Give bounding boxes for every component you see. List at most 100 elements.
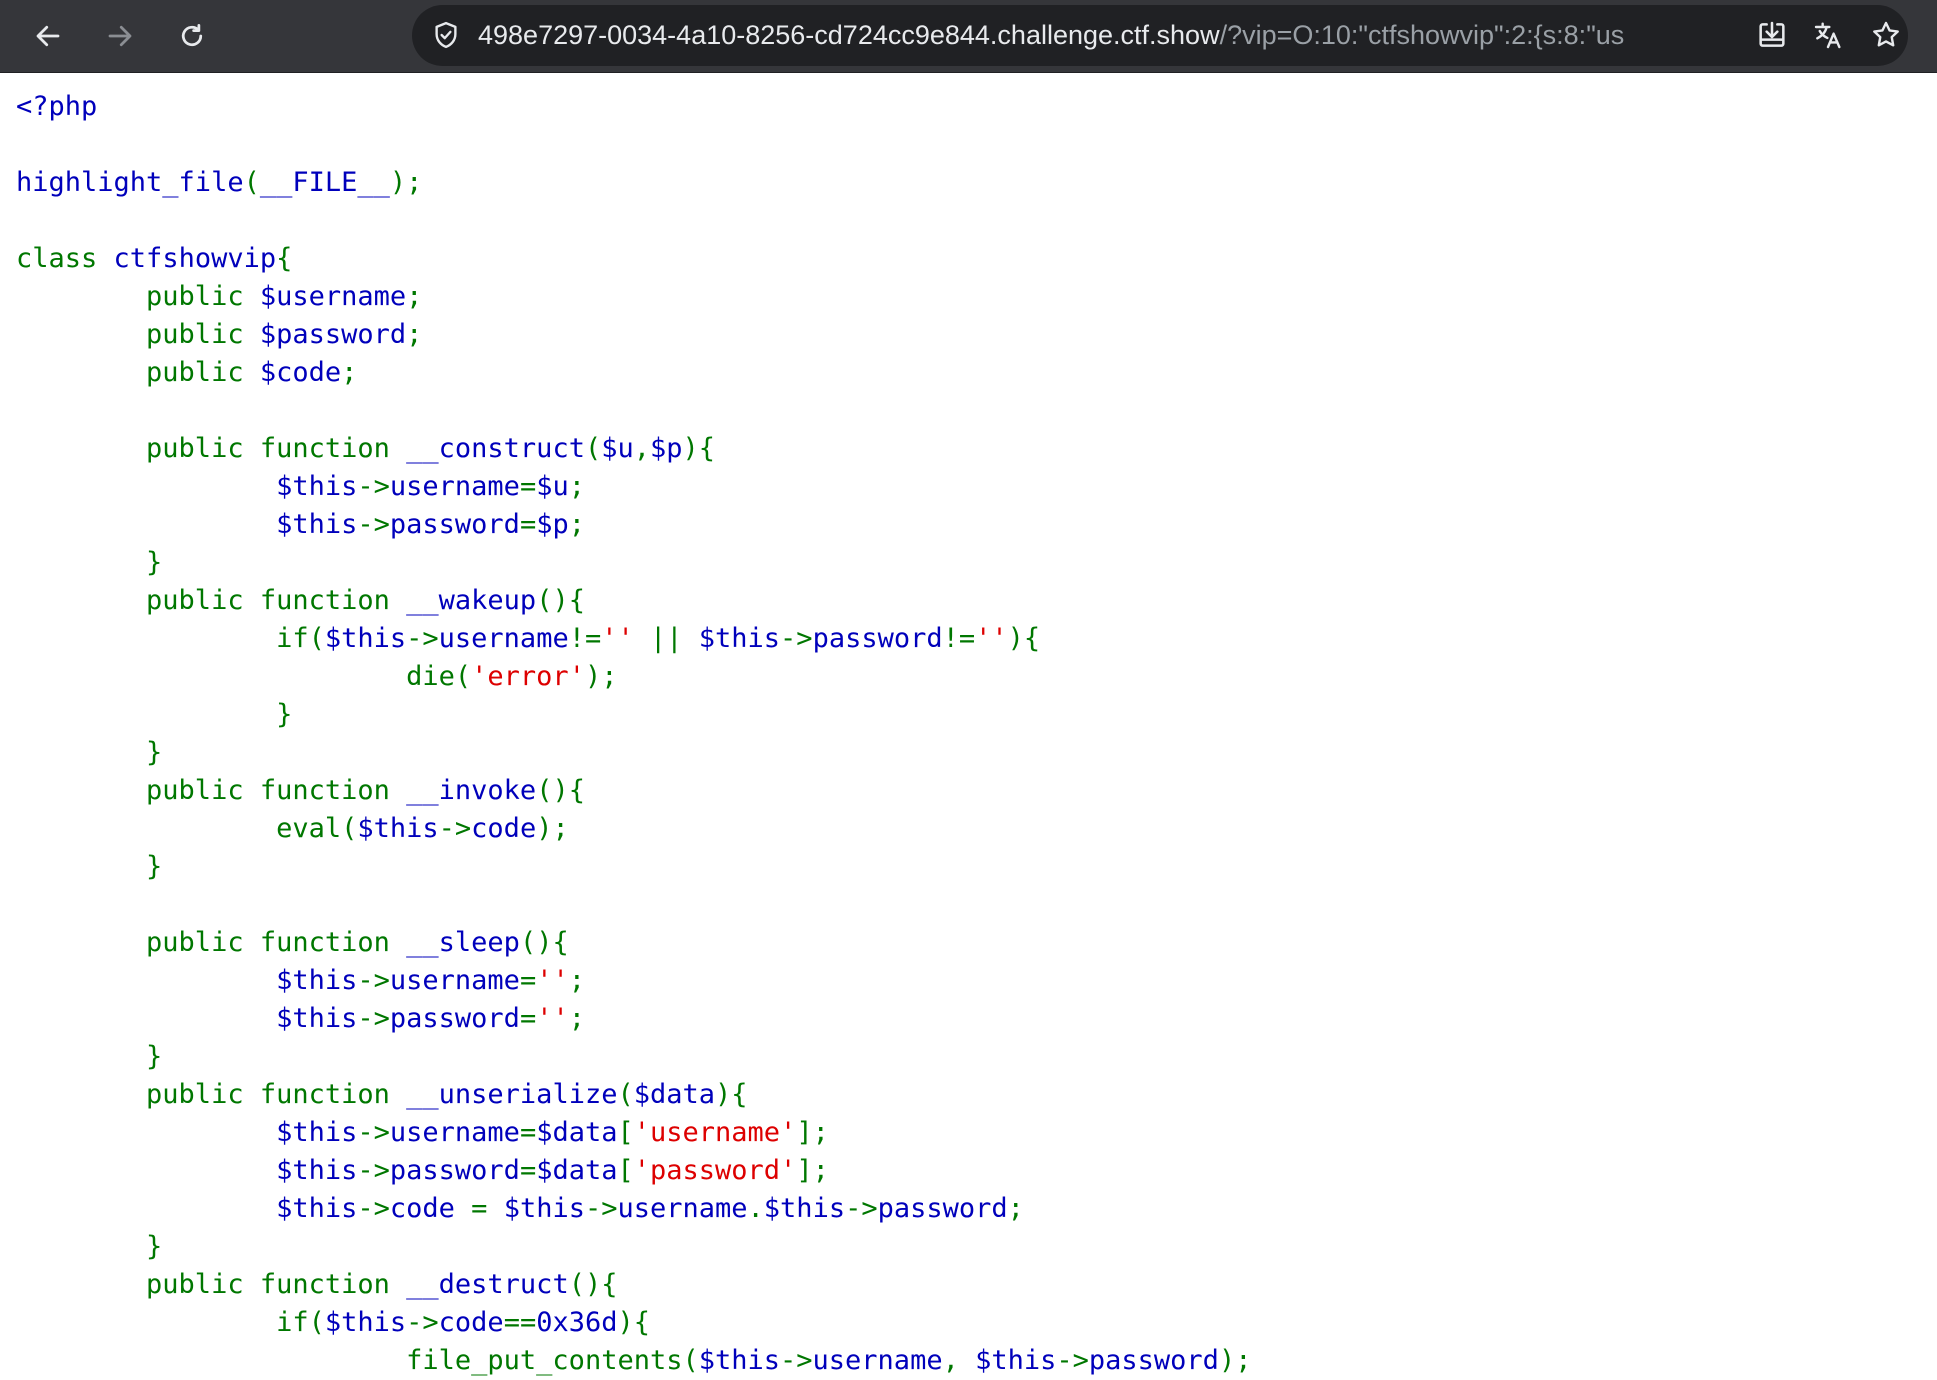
code-token: public function: [16, 775, 407, 806]
code-token: ;: [568, 509, 585, 540]
code-token: );: [389, 167, 423, 198]
code-token: ];: [796, 1117, 829, 1148]
back-arrow-icon: [36, 25, 60, 47]
code-token: !=: [568, 623, 602, 654]
code-token: if(: [16, 623, 325, 654]
code-token: [: [617, 1117, 634, 1148]
code-token: $this: [763, 1193, 846, 1224]
code-token: =: [519, 965, 537, 996]
php-source-code: <?php highlight_file(__FILE__); class ctfs…: [16, 88, 1937, 1380]
code-token: );: [584, 661, 618, 692]
code-token: {: [276, 243, 293, 274]
code-token: ->: [357, 1117, 390, 1148]
install-app-button[interactable]: [1750, 13, 1794, 57]
code-line: highlight_file(__FILE__);: [16, 164, 1937, 202]
code-token: =: [519, 1117, 537, 1148]
code-token: username: [617, 1193, 748, 1224]
code-token: highlight_file: [16, 167, 244, 198]
code-token: ){: [1007, 623, 1041, 654]
code-token: ){: [715, 1079, 748, 1110]
code-token: if(: [16, 1307, 325, 1338]
code-token: 'username': [633, 1117, 797, 1148]
code-token: 'password': [633, 1155, 797, 1186]
code-token: '': [536, 1003, 569, 1034]
code-token: username: [389, 1117, 520, 1148]
translate-button[interactable]: [1806, 13, 1850, 57]
code-token: '': [536, 965, 569, 996]
code-token: username: [812, 1345, 943, 1376]
code-line: public function __wakeup(){: [16, 582, 1937, 620]
code-token: $this: [357, 813, 439, 844]
code-line: $this->username=$data['username'];: [16, 1114, 1937, 1152]
code-token: __construct: [406, 433, 585, 464]
url-domain: 498e7297-0034-4a10-8256-cd724cc9e844.cha…: [478, 20, 1220, 50]
code-line: public function __invoke(){: [16, 772, 1937, 810]
code-token: }: [16, 1041, 163, 1072]
url-text[interactable]: 498e7297-0034-4a10-8256-cd724cc9e844.cha…: [478, 5, 1743, 66]
forward-button[interactable]: [96, 12, 144, 60]
url-path: /?vip=O:10:"ctfshowvip":2:{s:8:"us: [1219, 20, 1625, 50]
code-line: die('error');: [16, 658, 1937, 696]
code-token: ->: [357, 965, 390, 996]
address-bar[interactable]: 498e7297-0034-4a10-8256-cd724cc9e844.cha…: [412, 5, 1908, 66]
code-token: (){: [536, 775, 585, 806]
site-info-button[interactable]: [424, 13, 468, 57]
code-token: $u: [536, 471, 569, 502]
code-line: class ctfshowvip{: [16, 240, 1937, 278]
code-token: ->: [357, 1193, 390, 1224]
code-token: ,: [942, 1345, 976, 1376]
code-token: }: [16, 851, 163, 882]
code-token: );: [536, 813, 569, 844]
bookmark-button[interactable]: [1864, 13, 1908, 57]
code-line: if($this->username!='' || $this->passwor…: [16, 620, 1937, 658]
code-token: =: [519, 509, 537, 540]
bookmark-star-icon: [1873, 21, 1899, 47]
back-button[interactable]: [24, 12, 72, 60]
code-token: ->: [584, 1193, 618, 1224]
code-token: ->: [845, 1193, 878, 1224]
code-token: ;: [406, 319, 423, 350]
translate-icon: [1814, 22, 1841, 49]
code-token: ){: [682, 433, 716, 464]
code-token: public function: [16, 585, 407, 616]
code-line: if($this->code==0x36d){: [16, 1304, 1937, 1342]
code-token: ,: [633, 433, 650, 464]
code-token: ->: [438, 813, 472, 844]
code-line: public function __unserialize($data){: [16, 1076, 1937, 1114]
code-token: ->: [357, 509, 390, 540]
code-token: ==: [503, 1307, 537, 1338]
code-token: $this: [324, 1307, 407, 1338]
code-token: ->: [357, 1155, 390, 1186]
code-token: public: [16, 357, 260, 388]
code-line: $this->password=$data['password'];: [16, 1152, 1937, 1190]
code-token: public function: [16, 1269, 407, 1300]
code-token: ;: [568, 471, 585, 502]
code-token: ->: [780, 623, 813, 654]
code-token: .: [747, 1193, 764, 1224]
code-line: }: [16, 1038, 1937, 1076]
code-token: '': [601, 623, 634, 654]
reload-button[interactable]: [168, 12, 216, 60]
code-token: );: [1218, 1345, 1252, 1376]
code-token: }: [16, 1231, 163, 1262]
code-token: password: [389, 1003, 520, 1034]
code-token: $this: [276, 965, 358, 996]
code-token: password: [389, 509, 520, 540]
code-line: $this->username=$u;: [16, 468, 1937, 506]
code-token: eval(: [16, 813, 358, 844]
code-token: $password: [259, 319, 407, 350]
code-token: ->: [780, 1345, 813, 1376]
code-token: file_put_contents(: [16, 1345, 699, 1376]
code-token: ){: [617, 1307, 650, 1338]
code-token: username: [389, 471, 520, 502]
code-token: ctfshowvip: [113, 243, 277, 274]
code-line: }: [16, 734, 1937, 772]
code-token: __invoke: [406, 775, 537, 806]
code-token: code: [471, 813, 537, 844]
